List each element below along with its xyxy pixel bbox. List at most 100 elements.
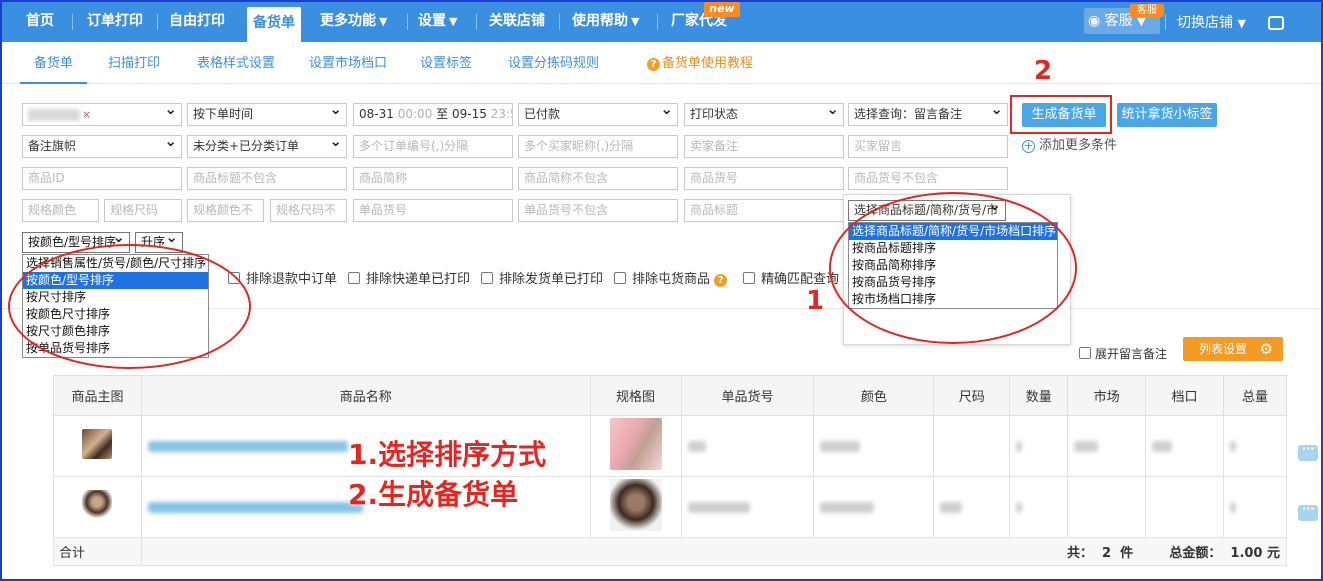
buyer-message-input[interactable]: 买家留言	[848, 135, 1008, 158]
nav-divider	[1165, 14, 1166, 30]
annotation-marker-1: 1	[806, 286, 825, 316]
sku-code-exclude-input[interactable]: 单品货号不包含	[518, 199, 678, 222]
nav-divider	[157, 14, 158, 30]
spec-size-input[interactable]: 规格尺码	[104, 199, 182, 222]
nav-linked-stores[interactable]: 关联店铺	[489, 2, 545, 42]
seller-memo-input[interactable]: 卖家备注	[684, 135, 844, 158]
tab-table-style[interactable]: 表格样式设置	[197, 42, 275, 84]
flag-select[interactable]: 备注旗帜	[22, 135, 182, 158]
attribute-sort-option[interactable]: 按尺寸排序	[23, 289, 208, 306]
tab-scan-print[interactable]: 扫描打印	[108, 42, 160, 84]
table-row	[53, 415, 1287, 477]
attribute-sort-select[interactable]: 按颜色/型号排序	[22, 232, 130, 253]
time-type-select[interactable]: 按下单时间	[187, 103, 347, 126]
query-type-select[interactable]: 选择查询：留言备注	[848, 103, 1008, 126]
product-thumbnail[interactable]	[82, 490, 113, 520]
product-title-input[interactable]: 商品标题	[684, 199, 844, 222]
date-range-input[interactable]: 08-31 00:00 至 09-15 23:59	[353, 103, 513, 126]
table-row	[53, 476, 1287, 538]
totals-summary: 共： 2 件 总金额： 1.00 元	[140, 537, 1288, 566]
short-name-input[interactable]: 商品简称	[353, 167, 513, 190]
product-sort-listbox: 选择商品标题/简称/货号/市场档口排序 按商品标题排序 按商品简称排序 按商品货…	[848, 222, 1058, 309]
tab-sort-code-rules[interactable]: 设置分拣码规则	[508, 42, 599, 84]
product-sort-option[interactable]: 按商品简称排序	[849, 257, 1057, 274]
sort-order-select[interactable]: 升序	[135, 232, 183, 253]
col-total: 总量	[1223, 375, 1287, 416]
product-sort-option[interactable]: 按市场档口排序	[849, 291, 1057, 308]
attribute-sort-option[interactable]: 选择销售属性/货号/颜色/尺寸排序	[23, 255, 208, 272]
order-no-input[interactable]: 多个订单编号(,)分隔	[353, 135, 513, 158]
buyer-nick-input[interactable]: 多个买家昵称(,)分隔	[518, 135, 678, 158]
nav-free-print[interactable]: 自由打印	[169, 2, 225, 42]
exclude-refund-checkbox[interactable]: 排除退款中订单	[228, 268, 337, 287]
new-badge: new	[704, 2, 740, 17]
attribute-sort-option[interactable]: 按颜色尺寸排序	[23, 306, 208, 323]
column-settings-button[interactable]: 列表设置 ⚙	[1183, 337, 1283, 361]
col-stall: 档口	[1145, 375, 1224, 416]
exclude-stockpile-checkbox[interactable]: 排除屯货商品 ?	[614, 268, 729, 287]
tab-stock-list[interactable]: 备货单	[20, 42, 88, 84]
chat-float-icon[interactable]	[1298, 442, 1318, 461]
blurred-market	[1074, 440, 1099, 452]
classify-select[interactable]: 未分类+已分类订单	[187, 135, 347, 158]
exclude-invoice-printed-checkbox[interactable]: 排除发货单已打印	[481, 268, 603, 287]
product-sort-select[interactable]: 选择商品标题/简称/货号/市	[848, 200, 1006, 221]
generate-stock-list-button[interactable]: 生成备货单	[1022, 103, 1106, 127]
remove-icon[interactable]: ×	[82, 108, 91, 121]
nav-more-features[interactable]: 更多功能 ▼	[320, 2, 387, 42]
add-more-conditions[interactable]: + 添加更多条件	[1022, 134, 1117, 153]
blurred-product-name[interactable]	[147, 501, 363, 513]
short-name-exclude-input[interactable]: 商品简称不包含	[518, 167, 678, 190]
col-main-image: 商品主图	[53, 375, 142, 416]
product-sort-option[interactable]: 按商品标题排序	[849, 240, 1057, 257]
switch-store-menu[interactable]: 切换店铺 ▼	[1177, 4, 1246, 42]
shop-select[interactable]: ×	[22, 103, 182, 126]
expand-notes-checkbox[interactable]: 展开留言备注	[1079, 345, 1167, 362]
tab-market-stall[interactable]: 设置市场档口	[309, 42, 387, 84]
nav-divider	[407, 14, 408, 30]
product-sort-option[interactable]: 选择商品标题/简称/货号/市场档口排序	[849, 223, 1057, 240]
product-id-input[interactable]: 商品ID	[22, 167, 182, 190]
spec-size-exclude-input[interactable]: 规格尺码不	[270, 199, 347, 222]
help-icon[interactable]: ?	[714, 274, 728, 287]
stats-label-button[interactable]: 统计拿货小标签	[1117, 103, 1217, 127]
spec-image[interactable]	[609, 479, 662, 531]
attribute-sort-option[interactable]: 按尺寸颜色排序	[23, 323, 208, 340]
product-sort-option[interactable]: 按商品货号排序	[849, 274, 1057, 291]
product-code-input[interactable]: 商品货号	[684, 167, 844, 190]
product-code-exclude-input[interactable]: 商品货号不包含	[848, 167, 1008, 190]
attribute-sort-option[interactable]: 按单品货号排序	[23, 340, 208, 357]
chat-float-icon[interactable]	[1298, 502, 1318, 521]
product-thumbnail[interactable]	[82, 429, 113, 459]
title-exclude-input[interactable]: 商品标题不包含	[187, 167, 347, 190]
attribute-sort-option[interactable]: 按颜色/型号排序	[23, 272, 208, 289]
nav-more-label: 更多功能	[320, 13, 376, 29]
tutorial-link[interactable]: ? 备货单使用教程	[647, 42, 753, 84]
nav-settings[interactable]: 设置 ▼	[418, 2, 457, 42]
blurred-size	[940, 501, 963, 513]
sku-code-input[interactable]: 单品货号	[353, 199, 513, 222]
plus-icon: +	[1022, 139, 1035, 153]
exclude-express-printed-checkbox[interactable]: 排除快递单已打印	[348, 268, 470, 287]
pay-status-select[interactable]: 已付款	[518, 103, 678, 126]
annotation-step-2: 2.生成备货单	[348, 478, 519, 511]
annotation-marker-2: 2	[1034, 56, 1053, 86]
nav-order-print[interactable]: 订单打印	[87, 2, 143, 42]
exact-match-checkbox[interactable]: 精确匹配查询	[743, 268, 839, 287]
annotation-step-1: 1.选择排序方式	[348, 438, 547, 471]
message-icon[interactable]	[1268, 16, 1284, 30]
blurred-sku	[687, 501, 750, 513]
nav-stock-list[interactable]: 备货单	[247, 7, 301, 42]
print-status-select[interactable]: 打印状态	[684, 103, 844, 126]
blurred-product-name[interactable]	[147, 440, 348, 452]
spec-color-input[interactable]: 规格颜色	[22, 199, 99, 222]
nav-divider	[559, 14, 560, 30]
nav-home[interactable]: 首页	[26, 2, 54, 42]
caret-down-icon: ▼	[379, 15, 388, 28]
spec-color-exclude-input[interactable]: 规格颜色不	[187, 199, 264, 222]
tab-labels[interactable]: 设置标签	[420, 42, 472, 84]
caret-down-icon: ▼	[631, 15, 640, 28]
spec-image[interactable]	[609, 418, 662, 470]
nav-help[interactable]: 使用帮助 ▼	[572, 2, 639, 42]
add-more-label: 添加更多条件	[1039, 138, 1118, 153]
